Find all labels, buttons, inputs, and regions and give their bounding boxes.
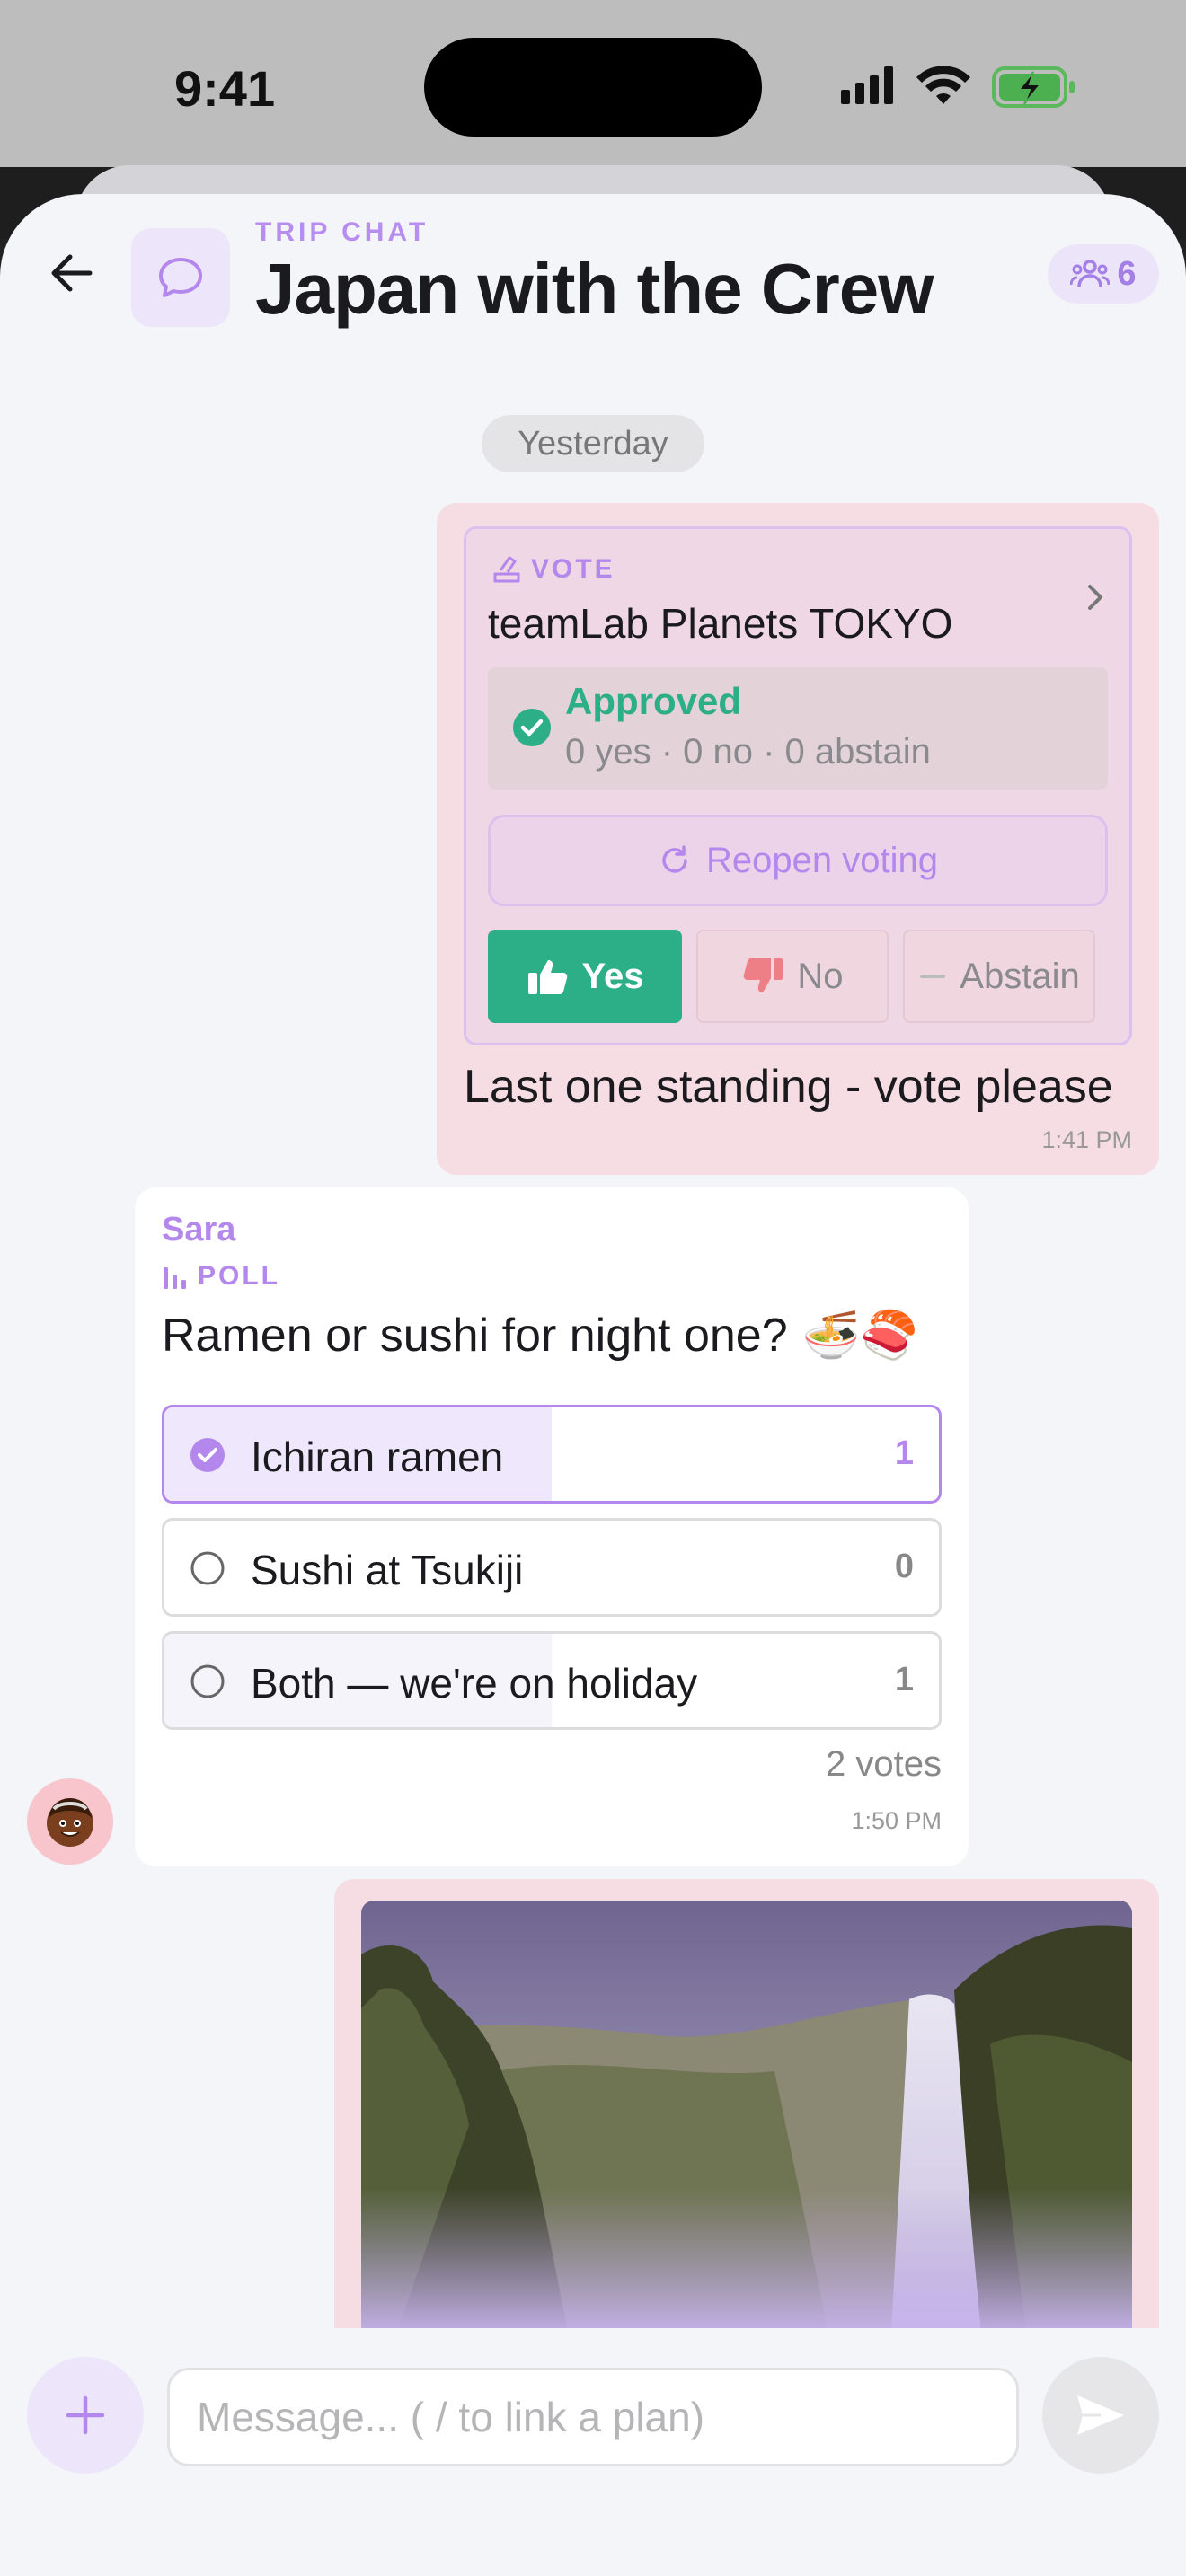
poll-tag: POLL <box>162 1261 280 1292</box>
wifi-icon <box>916 66 970 104</box>
poll-total-votes: 2 votes <box>826 1744 942 1784</box>
ballot-icon <box>493 556 520 583</box>
vote-message-bubble: VOTE teamLab Planets TOKYO Approved 0 ye… <box>437 503 1159 1175</box>
check-circle-icon <box>513 709 551 746</box>
send-button[interactable] <box>1042 2357 1159 2474</box>
vote-yes-label: Yes <box>581 956 644 996</box>
chat-title: Japan with the Crew <box>255 249 934 329</box>
chat-type-icon-box <box>131 228 230 327</box>
poll-option[interactable]: Both — we're on holiday 1 <box>162 1631 942 1730</box>
vote-no-button[interactable]: No <box>696 930 889 1023</box>
poll-option-label: Sushi at Tsukiji <box>251 1547 524 1593</box>
status-icons <box>841 66 1075 108</box>
poll-message-bubble: Sara POLL Ramen or sushi for night one? … <box>135 1187 969 1866</box>
status-time: 9:41 <box>174 60 276 117</box>
members-icon <box>1070 260 1111 287</box>
thumbs-up-icon <box>527 960 567 994</box>
poll-option[interactable]: Sushi at Tsukiji 0 <box>162 1518 942 1617</box>
waterfall-photo <box>361 1901 1132 2328</box>
vote-status: Approved <box>565 680 742 722</box>
image-attachment[interactable] <box>361 1901 1132 2328</box>
poll-option-count: 1 <box>894 1434 914 1472</box>
message-input[interactable] <box>167 2368 1019 2466</box>
thumbs-down-icon <box>744 958 783 992</box>
date-divider: Yesterday <box>482 415 704 472</box>
vote-title: teamLab Planets TOKYO <box>488 600 953 647</box>
send-icon <box>1077 2395 1124 2435</box>
image-message-bubble <box>334 1879 1159 2328</box>
message-time: 1:41 PM <box>1041 1126 1132 1153</box>
poll-option-count: 0 <box>894 1548 914 1585</box>
battery-charging-icon <box>992 66 1075 108</box>
chat-header: TRIP CHAT Japan with the Crew 6 <box>0 194 1186 356</box>
composer <box>0 2330 1186 2576</box>
radio-empty-icon <box>190 1664 225 1698</box>
reopen-voting-button[interactable]: Reopen voting <box>488 815 1108 906</box>
message-text: Last one standing - vote please <box>464 1061 1113 1113</box>
poll-option[interactable]: Ichiran ramen 1 <box>162 1405 942 1504</box>
vote-tag-label: VOTE <box>531 554 615 584</box>
add-attachment-button[interactable] <box>27 2357 144 2474</box>
poll-question: Ramen or sushi for night one? 🍜🍣 <box>162 1308 918 1363</box>
avatar[interactable] <box>27 1778 113 1865</box>
dynamic-island <box>424 38 762 137</box>
back-button[interactable] <box>40 241 104 305</box>
status-bar: 9:41 <box>0 0 1186 167</box>
member-count: 6 <box>1117 254 1137 293</box>
back-arrow-icon <box>51 254 93 292</box>
vote-status-box: Approved 0 yes · 0 no · 0 abstain <box>488 667 1108 790</box>
vote-abstain-button[interactable]: Abstain <box>903 930 1095 1023</box>
chat-type-label: TRIP CHAT <box>255 217 429 247</box>
refresh-icon <box>662 845 687 873</box>
reopen-voting-label: Reopen voting <box>706 840 938 880</box>
poll-option-label: Ichiran ramen <box>251 1434 504 1480</box>
minus-icon <box>920 975 946 978</box>
members-badge[interactable]: 6 <box>1048 244 1159 304</box>
radio-checked-icon <box>190 1438 225 1472</box>
chevron-right-icon[interactable] <box>1077 579 1113 615</box>
vote-tag: VOTE <box>491 554 615 585</box>
chat-bubble-icon <box>159 258 202 297</box>
message-time: 1:50 PM <box>851 1807 942 1834</box>
poll-question-text: Ramen or sushi for night one? <box>162 1309 788 1362</box>
poll-option-count: 1 <box>894 1661 914 1698</box>
poll-option-label: Both — we're on holiday <box>251 1660 698 1707</box>
vote-counts: 0 yes · 0 no · 0 abstain <box>565 732 931 772</box>
vote-card[interactable]: VOTE teamLab Planets TOKYO Approved 0 ye… <box>464 526 1132 1045</box>
vote-no-label: No <box>797 956 844 996</box>
poll-tag-label: POLL <box>198 1261 280 1291</box>
vote-yes-button[interactable]: Yes <box>488 930 682 1023</box>
vote-abstain-label: Abstain <box>960 956 1080 996</box>
chat-sheet: TRIP CHAT Japan with the Crew 6 Yesterda… <box>0 194 1186 2576</box>
radio-empty-icon <box>190 1551 225 1585</box>
signal-icon <box>841 66 893 104</box>
bar-chart-icon <box>164 1267 186 1289</box>
avatar-illustration <box>47 1798 93 1847</box>
poll-question-emoji: 🍜🍣 <box>801 1309 919 1363</box>
sender-name: Sara <box>162 1211 236 1248</box>
plus-icon <box>66 2395 105 2435</box>
